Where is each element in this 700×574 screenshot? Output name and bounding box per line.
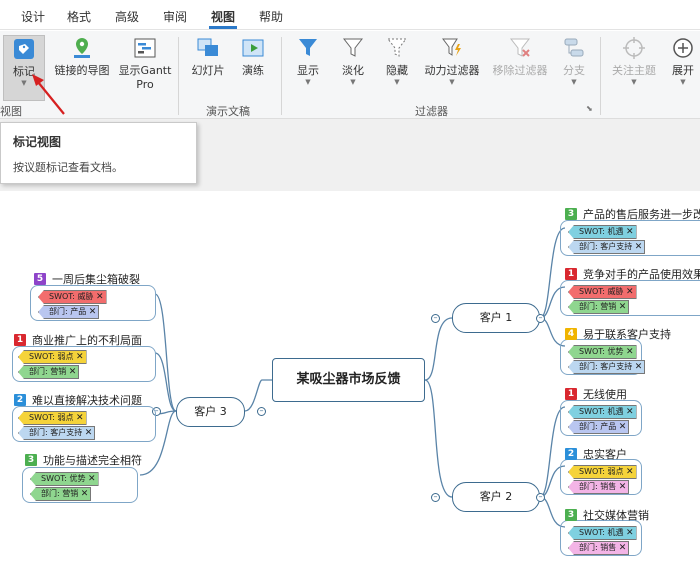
priority-3-icon: 3 <box>565 509 577 521</box>
priority-5-icon: 5 <box>34 273 46 285</box>
priority-3-icon: 3 <box>25 454 37 466</box>
priority-2-icon: 2 <box>565 448 577 460</box>
priority-4-icon: 4 <box>565 328 577 340</box>
main-topic-client-2[interactable]: 客户 2 <box>452 482 540 512</box>
root-topic[interactable]: 某吸尘器市场反馈 <box>272 358 425 402</box>
dept-tag[interactable]: 部门: 产品 ✕ <box>568 420 630 434</box>
subtopic-c3-4[interactable]: 3 功能与描述完全相符 <box>25 452 142 468</box>
subtopic-c1-3[interactable]: 4 易于联系客户支持 <box>565 326 671 342</box>
dept-tag[interactable]: 部门: 客户支持 ✕ <box>18 426 96 440</box>
dept-tag[interactable]: 部门: 营销 ✕ <box>568 300 630 314</box>
swot-tag[interactable]: SWOT: 优势 ✕ <box>568 345 637 359</box>
subtopic-c1-1[interactable]: 3 产品的售后服务进一步改善 <box>565 206 700 222</box>
dept-tag[interactable]: 部门: 营销 ✕ <box>18 365 80 379</box>
dept-tag[interactable]: 部门: 营销 ✕ <box>30 487 92 501</box>
main-topic-client-3[interactable]: 客户 3 <box>176 397 245 427</box>
collapse-toggle[interactable]: – <box>431 493 440 502</box>
subtopic-c2-2[interactable]: 2 忠实客户 <box>565 446 627 462</box>
priority-1-icon: 1 <box>14 334 26 346</box>
swot-tag[interactable]: SWOT: 威胁 ✕ <box>38 290 107 304</box>
subtopic-c3-3[interactable]: 2 难以直接解决技术问题 <box>14 392 142 408</box>
swot-tag[interactable]: SWOT: 威胁 ✕ <box>568 285 637 299</box>
swot-tag[interactable]: SWOT: 机遇 ✕ <box>568 526 637 540</box>
subtopic-c2-3[interactable]: 3 社交媒体营销 <box>565 507 649 523</box>
priority-1-icon: 1 <box>565 268 577 280</box>
subtopic-c1-2[interactable]: 1 竞争对手的产品使用效果更 <box>565 266 700 282</box>
collapse-toggle[interactable]: – <box>536 493 545 502</box>
dept-tag[interactable]: 部门: 客户支持 ✕ <box>568 360 646 374</box>
swot-tag[interactable]: SWOT: 弱点 ✕ <box>568 465 637 479</box>
subtopic-c2-1[interactable]: 1 无线使用 <box>565 386 627 402</box>
collapse-toggle[interactable]: – <box>536 314 545 323</box>
swot-tag[interactable]: SWOT: 弱点 ✕ <box>18 411 87 425</box>
priority-2-icon: 2 <box>14 394 26 406</box>
priority-3-icon: 3 <box>565 208 577 220</box>
swot-tag[interactable]: SWOT: 弱点 ✕ <box>18 350 87 364</box>
main-topic-client-1[interactable]: 客户 1 <box>452 303 540 333</box>
priority-1-icon: 1 <box>565 388 577 400</box>
dept-tag[interactable]: 部门: 销售 ✕ <box>568 541 630 555</box>
dept-tag[interactable]: 部门: 销售 ✕ <box>568 480 630 494</box>
dept-tag[interactable]: 部门: 客户支持 ✕ <box>568 240 646 254</box>
swot-tag[interactable]: SWOT: 优势 ✕ <box>30 472 99 486</box>
dept-tag[interactable]: 部门: 产品 ✕ <box>38 305 100 319</box>
swot-tag[interactable]: SWOT: 机遇 ✕ <box>568 225 637 239</box>
collapse-toggle[interactable]: – <box>257 407 266 416</box>
collapse-toggle[interactable]: – <box>431 314 440 323</box>
subtopic-c3-2[interactable]: 1 商业推广上的不利局面 <box>14 332 142 348</box>
subtopic-c3-1[interactable]: 5 一周后集尘箱破裂 <box>34 271 140 287</box>
swot-tag[interactable]: SWOT: 机遇 ✕ <box>568 405 637 419</box>
